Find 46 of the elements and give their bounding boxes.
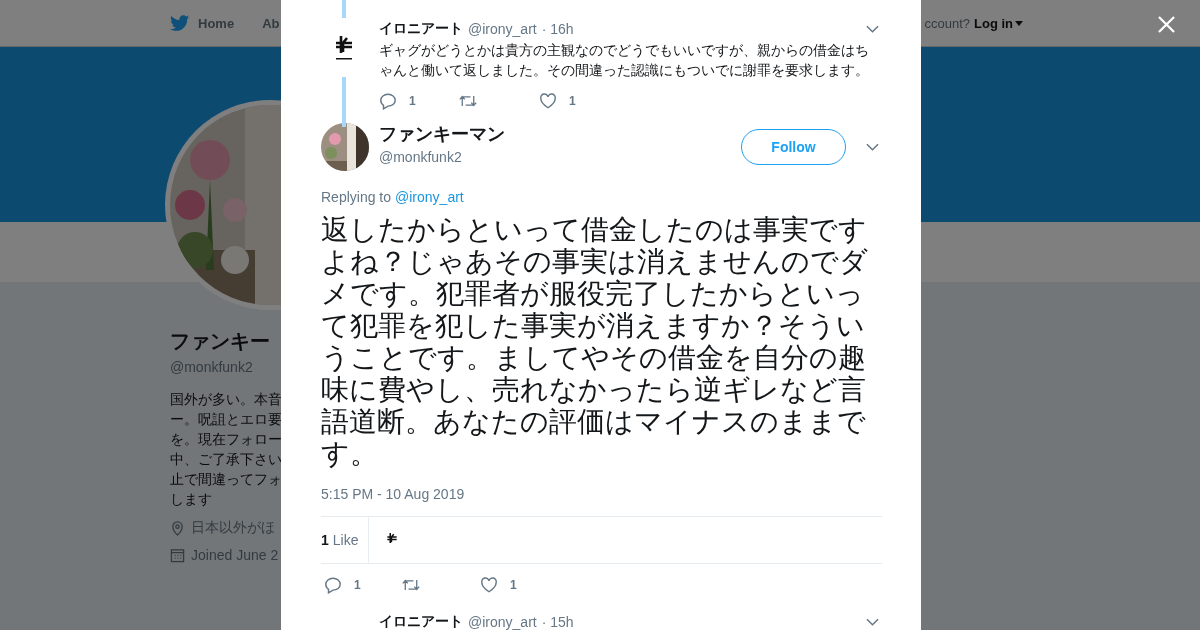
calendar-icon [170, 547, 185, 563]
profile-handle: @monkfunk2 [170, 359, 254, 375]
home-link[interactable]: Home [198, 15, 235, 31]
author-name: イロニアート [379, 613, 463, 630]
bio-line: ー。呪詛とエロ要 [170, 410, 281, 429]
bio-line: を。現在フォロー [170, 430, 281, 449]
follow-button[interactable]: Follow [741, 129, 846, 165]
reply-count: 1 [354, 578, 361, 592]
replying-label: Replying to [321, 189, 392, 205]
like-count: 1 [510, 578, 517, 592]
like-label: Like [332, 532, 359, 548]
close-icon[interactable] [1158, 16, 1175, 33]
account-prompt: ccount? [924, 15, 970, 31]
bio-line: 国外が多い。本音 [170, 390, 281, 409]
chevron-down-icon[interactable] [866, 143, 879, 151]
profile-name: ファンキー [170, 329, 271, 354]
bio-line: 中、ご了承下さい [170, 450, 281, 469]
heart-icon[interactable] [539, 92, 557, 110]
like-total: 1 [321, 532, 329, 548]
bio-line: 止で間違ってフォ [170, 470, 281, 489]
profile-location: 日本以外がほ [191, 519, 275, 537]
author-handle: @irony_art [468, 21, 537, 37]
caret-icon [1015, 20, 1023, 26]
joined-date: Joined June 2 [191, 547, 279, 563]
chevron-down-icon[interactable] [866, 25, 879, 33]
bird-icon [170, 14, 190, 32]
author-name: ファンキーマン [379, 122, 506, 146]
tweet-time: · 15h [541, 614, 574, 630]
reply-icon[interactable] [324, 576, 342, 594]
tweet-timestamp: 5:15 PM - 10 Aug 2019 [321, 486, 466, 502]
mention-link[interactable]: @irony_art [395, 189, 464, 205]
nav-link[interactable]: Ab [262, 15, 280, 31]
chevron-down-icon[interactable] [866, 618, 879, 626]
location-pin-icon [170, 520, 185, 536]
reply-count: 1 [409, 94, 416, 108]
tweet-time: · 16h [541, 21, 574, 37]
bio-line: します [170, 490, 213, 509]
tweet-text: ギャグがどうとかは貴方の主観なのでどうでもいいですが、親からの借金はちゃんと働いて返しました。その間違った認識にもついでに謝罪を要求します。 [379, 41, 870, 80]
like-count: 1 [569, 94, 576, 108]
login-link[interactable]: Log in [974, 15, 1023, 31]
author-handle: @irony_art [468, 614, 537, 630]
heart-icon[interactable] [480, 576, 498, 594]
author-handle: @monkfunk2 [379, 148, 463, 165]
reply-icon[interactable] [379, 92, 397, 110]
tweet-text: 返したからといって借金したのは事実ですよね？じゃあその事実は消えませんのでダメです。犯罪者が服役完了したからといって犯罪を犯した事実が消えますか？そういうことです。ましてやその借金を自分の趣味に費やし、売れなかったら逆ギレなど言語道断。あなたの評価はマイナスのままです。 [321, 214, 869, 470]
author-name: イロニアート [379, 20, 463, 38]
